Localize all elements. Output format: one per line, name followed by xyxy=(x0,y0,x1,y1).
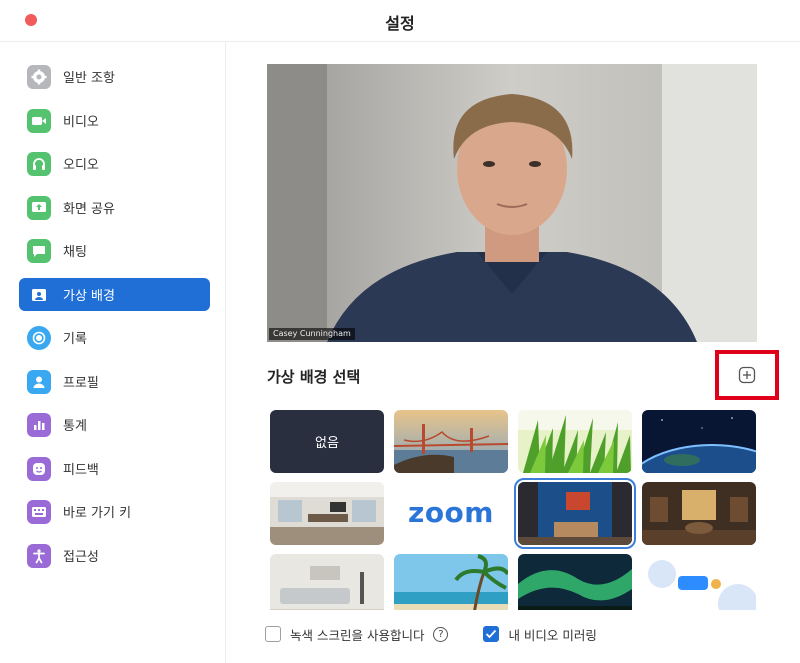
screen-share-icon xyxy=(27,195,51,220)
participant-name-label: Casey Cunningham xyxy=(269,328,355,340)
sidebar-item-keyboard-shortcuts[interactable]: 바로 가기 키 xyxy=(19,495,210,528)
feedback-smiley-icon xyxy=(27,456,51,481)
background-thumbnail-grass[interactable] xyxy=(518,410,632,473)
background-thumbnail-zoom-logo[interactable]: zoom xyxy=(394,482,508,545)
keyboard-icon xyxy=(27,499,51,524)
window-title: 설정 xyxy=(385,14,415,33)
sidebar-item-label: 통계 xyxy=(63,419,87,434)
background-thumbnail-beach-palm[interactable] xyxy=(394,554,508,610)
statistics-icon xyxy=(27,412,51,437)
profile-icon xyxy=(27,369,51,394)
camera-preview: Casey Cunningham xyxy=(267,64,757,342)
video-camera-icon xyxy=(27,108,51,133)
add-background-button[interactable] xyxy=(715,350,779,400)
sidebar-item-label: 프로필 xyxy=(63,376,99,391)
none-option-label: 없음 xyxy=(315,436,339,451)
sidebar-item-general[interactable]: 일반 조항 xyxy=(19,60,210,93)
background-thumbnail-zoom-illustration[interactable] xyxy=(642,554,756,610)
question-mark-icon[interactable]: ? xyxy=(433,626,449,642)
sidebar-item-label: 채팅 xyxy=(63,245,87,260)
sidebar-item-virtual-background[interactable]: 가상 배경 xyxy=(19,278,210,311)
record-icon xyxy=(27,325,51,350)
sidebar-item-profile[interactable]: 프로필 xyxy=(19,365,210,398)
sidebar-item-chat[interactable]: 채팅 xyxy=(19,234,210,267)
sidebar-item-audio[interactable]: 오디오 xyxy=(19,147,210,180)
sidebar-item-accessibility[interactable]: 접근성 xyxy=(19,539,210,572)
mirror-video-label: 내 비디오 미러링 xyxy=(508,627,597,643)
background-thumbnail-blue-office-lobby[interactable] xyxy=(514,478,636,549)
sidebar-item-video[interactable]: 비디오 xyxy=(19,104,210,137)
green-screen-label: 녹색 스크린을 사용합니다 xyxy=(290,627,425,643)
sidebar-item-label: 일반 조항 xyxy=(63,71,115,86)
title-bar: 설정 xyxy=(0,0,800,42)
virtual-background-icon xyxy=(27,282,51,307)
sidebar-item-label: 화면 공유 xyxy=(63,202,115,217)
plus-icon xyxy=(738,366,756,384)
settings-sidebar: 일반 조항 비디오 오디오 화면 공유 채팅 가상 배경 기록 프로필 통계 피… xyxy=(0,42,226,663)
sidebar-item-screen-share[interactable]: 화면 공유 xyxy=(19,191,210,224)
sidebar-item-label: 가상 배경 xyxy=(63,289,115,304)
sidebar-item-label: 비디오 xyxy=(63,115,99,130)
sidebar-item-label: 피드백 xyxy=(63,463,99,478)
sidebar-item-label: 오디오 xyxy=(63,158,99,173)
background-thumbnail-living-room[interactable] xyxy=(270,554,384,610)
sidebar-item-feedback[interactable]: 피드백 xyxy=(19,452,210,485)
mirror-video-checkbox[interactable] xyxy=(483,626,500,642)
settings-window: 설정 일반 조항 비디오 오디오 화면 공유 채팅 가상 배경 기록 프로필 통… xyxy=(0,0,800,663)
background-thumbnail-vintage-room[interactable] xyxy=(642,482,756,545)
sidebar-item-label: 바로 가기 키 xyxy=(63,506,132,521)
sidebar-item-recording[interactable]: 기록 xyxy=(19,321,210,354)
virtual-background-panel: Casey Cunningham 가상 배경 선택 없음 zoom 녹색 스크린… xyxy=(227,42,800,663)
options-row: 녹색 스크린을 사용합니다 ? 내 비디오 미러링 xyxy=(265,624,597,644)
background-thumbnail-golden-gate-bridge[interactable] xyxy=(394,410,508,473)
headphones-icon xyxy=(27,151,51,176)
accessibility-icon xyxy=(27,543,51,568)
section-title: 가상 배경 선택 xyxy=(267,368,361,386)
background-thumbnail-office-room[interactable] xyxy=(270,482,384,545)
sidebar-item-statistics[interactable]: 통계 xyxy=(19,408,210,441)
sidebar-item-label: 접근성 xyxy=(63,550,99,565)
checkmark-icon xyxy=(486,629,497,639)
chat-bubble-icon xyxy=(27,238,51,263)
background-thumbnail-none[interactable]: 없음 xyxy=(270,410,384,473)
green-screen-checkbox[interactable] xyxy=(265,626,281,642)
background-thumbnail-grid: 없음 zoom xyxy=(270,410,758,610)
background-thumbnail-aurora[interactable] xyxy=(518,554,632,610)
sidebar-item-label: 기록 xyxy=(63,332,87,347)
background-thumbnail-earth-from-space[interactable] xyxy=(642,410,756,473)
camera-preview-image xyxy=(267,64,757,342)
gear-icon xyxy=(27,64,51,89)
zoom-logo-text: zoom xyxy=(408,496,494,529)
